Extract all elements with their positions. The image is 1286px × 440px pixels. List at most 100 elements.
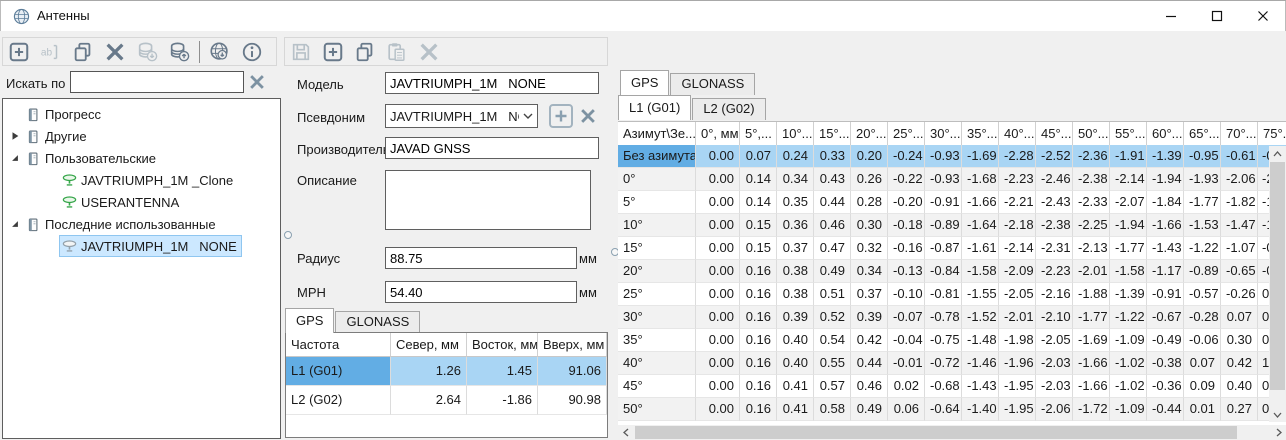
pcv-table-row[interactable]: 40°0.000.160.400.550.44-0.01-0.72-1.46-1… [618,352,1286,375]
pcv-value-cell[interactable]: 0.57 [814,375,851,398]
pcv-value-cell[interactable]: -0.28 [1184,306,1221,329]
pcv-value-cell[interactable]: -0.38 [1147,352,1184,375]
azimuth-cell[interactable]: Без азимута [618,145,696,168]
tree-item[interactable]: Другие [3,125,280,147]
pcv-value-cell[interactable]: -0.24 [888,145,925,168]
pcv-value-cell[interactable]: 0.00 [696,398,740,421]
add-antenna-button[interactable] [3,38,35,65]
pcv-value-cell[interactable]: -1.91 [1110,145,1147,168]
pcv-value-cell[interactable]: 0.00 [696,260,740,283]
pcv-value-cell[interactable]: -2.05 [1036,329,1073,352]
pcv-value-cell[interactable]: -1.43 [962,375,999,398]
azimuth-cell[interactable]: 45° [618,375,696,398]
pcv-value-cell[interactable]: -1.39 [1110,283,1147,306]
pcv-value-cell[interactable]: -1.72 [1073,398,1110,421]
tree-item[interactable]: Последние использованные [3,213,280,235]
pcv-value-cell[interactable]: -0.04 [888,329,925,352]
pcv-value-cell[interactable]: 0.46 [814,214,851,237]
pcv-value-cell[interactable]: -1.02 [1110,375,1147,398]
pcv-value-cell[interactable]: -1.22 [1184,237,1221,260]
azimuth-cell[interactable]: 5° [618,191,696,214]
offsets-tab-glonass[interactable]: GLONASS [335,311,420,333]
pcv-value-cell[interactable]: 0.35 [777,191,814,214]
pcv-value-cell[interactable]: -0.95 [1184,145,1221,168]
pcv-value-cell[interactable]: -1.66 [962,191,999,214]
pcv-value-cell[interactable]: -0.91 [1147,283,1184,306]
pcv-value-cell[interactable]: -2.05 [999,283,1036,306]
pcv-value-cell[interactable]: -1.43 [1147,237,1184,260]
pcv-tab-gps[interactable]: GPS [620,70,669,95]
pcv-value-cell[interactable]: -1.69 [1073,329,1110,352]
pcv-value-cell[interactable]: 0.00 [696,191,740,214]
pcv-value-cell[interactable]: -2.01 [999,306,1036,329]
pcv-value-cell[interactable]: -1.55 [962,283,999,306]
pcv-table-row[interactable]: Без азимута0.000.070.240.330.20-0.24-0.9… [618,145,1286,168]
pcv-value-cell[interactable]: -1.48 [962,329,999,352]
pcv-value-cell[interactable]: -1.64 [962,214,999,237]
offsets-tab-gps[interactable]: GPS [285,308,334,333]
pcv-value-cell[interactable]: -2.36 [1073,145,1110,168]
pcv-table-row[interactable]: 15°0.000.150.370.470.32-0.16-0.87-1.61-2… [618,237,1286,260]
pcv-value-cell[interactable]: 0.38 [777,260,814,283]
pcv-value-cell[interactable]: -2.46 [1036,168,1073,191]
pcv-value-cell[interactable]: 0.16 [740,352,777,375]
save-antenna-button[interactable] [285,38,317,65]
pcv-value-cell[interactable]: -1.17 [1147,260,1184,283]
pcv-value-cell[interactable]: -2.23 [999,168,1036,191]
pcv-value-cell[interactable]: -0.72 [925,352,962,375]
azimuth-cell[interactable]: 10° [618,214,696,237]
close-button[interactable] [1240,1,1286,31]
offset-value-cell[interactable]: 91.06 [538,357,607,386]
pcv-value-cell[interactable]: 0.40 [777,352,814,375]
pcv-value-cell[interactable]: 0.49 [851,398,888,421]
pcv-value-cell[interactable]: 0.33 [814,145,851,168]
pcv-value-cell[interactable]: -1.47 [1221,214,1258,237]
pcv-value-cell[interactable]: -0.44 [1147,398,1184,421]
pcv-value-cell[interactable]: -0.49 [1147,329,1184,352]
tree-expander-collapsed[interactable] [7,130,23,142]
import-database-button[interactable] [131,38,163,65]
pcv-value-cell[interactable]: 0.07 [1184,352,1221,375]
pcv-value-cell[interactable]: -0.68 [925,375,962,398]
add-alias-button[interactable] [549,104,573,128]
download-from-web-button[interactable] [204,38,236,65]
pcv-value-cell[interactable]: -0.26 [1221,283,1258,306]
pcv-value-cell[interactable]: -1.95 [999,375,1036,398]
azimuth-cell[interactable]: 35° [618,329,696,352]
pcv-table-row[interactable]: 25°0.000.160.380.510.37-0.10-0.81-1.55-2… [618,283,1286,306]
pcv-value-cell[interactable]: 0.47 [814,237,851,260]
pcv-value-cell[interactable]: -1.40 [962,398,999,421]
tree-item[interactable]: JAVTRIUMPH_1M NONE [3,235,280,257]
pcv-value-cell[interactable]: -2.16 [1036,283,1073,306]
pcv-value-cell[interactable]: 0.00 [696,352,740,375]
pcv-value-cell[interactable]: -0.87 [925,237,962,260]
offsets-table-row[interactable]: L2 (G02)2.64-1.8690.98 [286,386,607,415]
pcv-value-cell[interactable]: -2.06 [1221,168,1258,191]
azimuth-cell[interactable]: 25° [618,283,696,306]
pcv-table-row[interactable]: 30°0.000.160.390.520.39-0.07-0.78-1.52-2… [618,306,1286,329]
pcv-value-cell[interactable]: 0.15 [740,214,777,237]
pcv-value-cell[interactable]: 0.30 [1221,329,1258,352]
pcv-value-cell[interactable]: -1.77 [1073,306,1110,329]
pcv-value-cell[interactable]: 0.42 [1221,352,1258,375]
pcv-value-cell[interactable]: 0.07 [1221,306,1258,329]
pcv-value-cell[interactable]: 0.16 [740,375,777,398]
pcv-value-cell[interactable]: -0.67 [1147,306,1184,329]
tree-expander-expanded[interactable] [7,152,23,164]
pcv-value-cell[interactable]: 0.41 [777,375,814,398]
pcv-value-cell[interactable]: -1.84 [1147,191,1184,214]
pcv-value-cell[interactable]: -0.20 [888,191,925,214]
pcv-value-cell[interactable]: -1.61 [962,237,999,260]
pcv-value-cell[interactable]: -2.38 [1036,214,1073,237]
pcv-value-cell[interactable]: 0.02 [888,375,925,398]
paste-record-button[interactable] [381,38,413,65]
azimuth-cell[interactable]: 30° [618,306,696,329]
pcv-value-cell[interactable]: 0.00 [696,306,740,329]
pcv-value-cell[interactable]: -2.14 [1110,168,1147,191]
pcv-value-cell[interactable]: 0.46 [851,375,888,398]
pcv-value-cell[interactable]: -2.43 [1036,191,1073,214]
pcv-tab-glonass[interactable]: GLONASS [670,73,755,95]
pcv-value-cell[interactable]: -1.22 [1110,306,1147,329]
pcv-value-cell[interactable]: -1.53 [1184,214,1221,237]
pcv-value-cell[interactable]: -0.10 [888,283,925,306]
